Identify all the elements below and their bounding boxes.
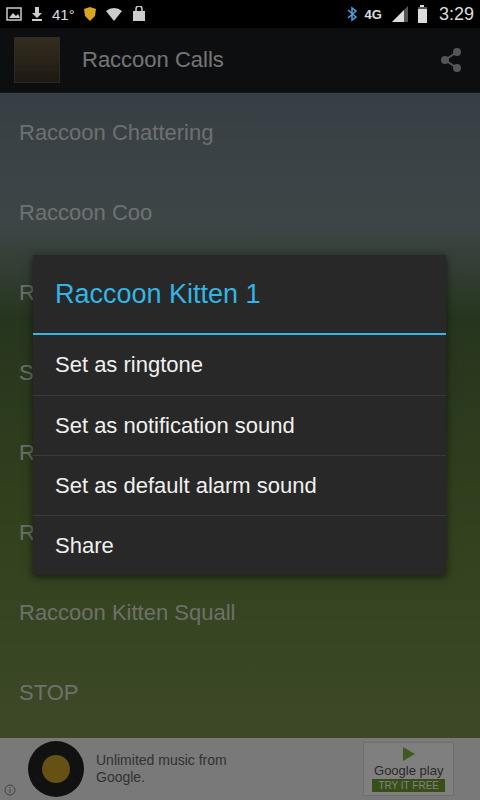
battery-icon xyxy=(418,5,427,23)
status-bar: 41° 4G 3:29 xyxy=(0,0,480,28)
shopping-bag-icon xyxy=(131,6,147,22)
dialog-option[interactable]: Set as ringtone xyxy=(33,335,446,395)
dialog-option[interactable]: Set as notification sound xyxy=(33,395,446,455)
phone-screen: 41°4G3:29Raccoon CallsRaccoon Chattering… xyxy=(0,0,480,800)
wifi-icon xyxy=(105,6,123,22)
clock: 3:29 xyxy=(439,4,474,25)
download-icon xyxy=(30,6,44,22)
shield-icon xyxy=(83,6,97,22)
temperature: 41° xyxy=(52,6,75,23)
signal-icon xyxy=(390,4,410,24)
image-icon xyxy=(6,6,22,22)
network-type: 4G xyxy=(365,7,382,22)
dialog-title: Raccoon Kitten 1 xyxy=(33,255,446,333)
context-dialog: Raccoon Kitten 1Set as ringtoneSet as no… xyxy=(33,255,446,575)
dialog-option[interactable]: Set as default alarm sound xyxy=(33,455,446,515)
dialog-option[interactable]: Share xyxy=(33,515,446,575)
bluetooth-icon xyxy=(347,6,357,22)
